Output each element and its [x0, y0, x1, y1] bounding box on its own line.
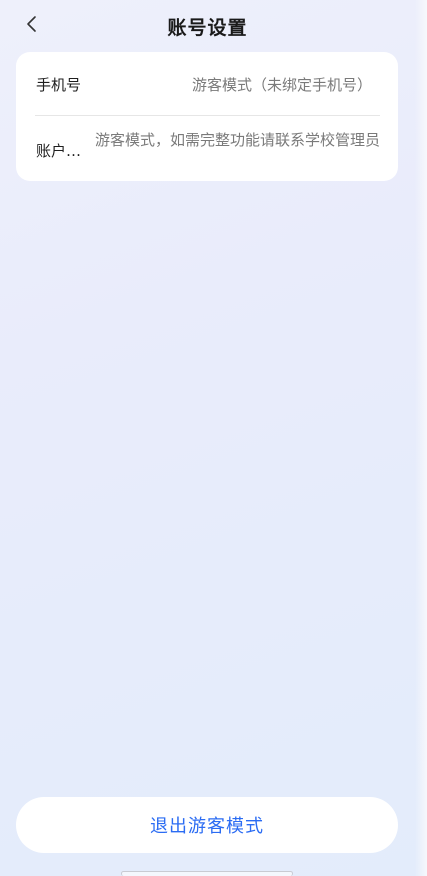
phone-row[interactable]: 手机号 游客模式（未绑定手机号）	[16, 52, 398, 116]
phone-label: 手机号	[36, 76, 82, 94]
home-indicator	[121, 871, 293, 876]
account-value: 游客模式，如需完整功能请联系学校管理员	[95, 131, 381, 149]
settings-card: 手机号 游客模式（未绑定手机号） 账户… 游客模式，如需完整功能请联系学校管理员	[16, 52, 398, 181]
account-label: 账户…	[36, 142, 82, 160]
nav-header: 账号设置	[0, 0, 415, 50]
account-row[interactable]: 账户… 游客模式，如需完整功能请联系学校管理员	[16, 116, 398, 181]
page-title: 账号设置	[167, 17, 248, 39]
phone-value: 游客模式（未绑定手机号）	[191, 76, 372, 94]
screen-edge	[415, 0, 427, 876]
exit-guest-mode-button[interactable]: 退出游客模式	[16, 797, 398, 853]
